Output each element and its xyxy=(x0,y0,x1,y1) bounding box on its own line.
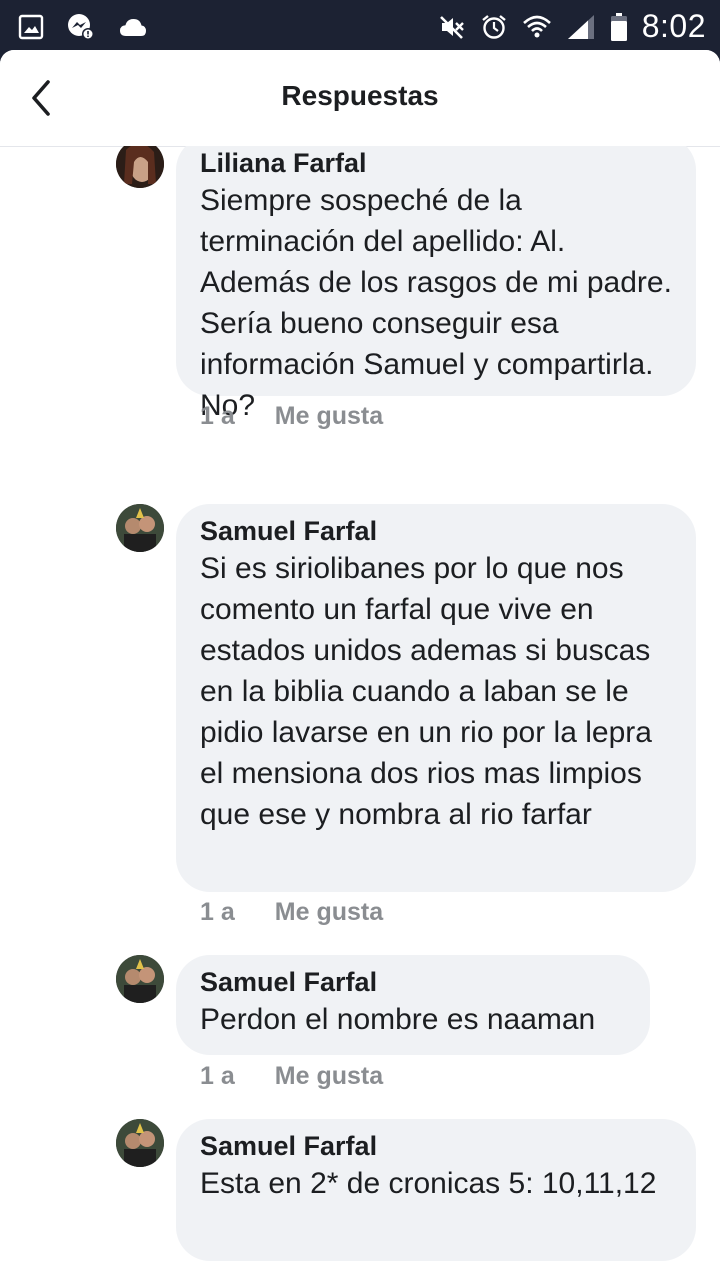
image-icon xyxy=(18,14,44,40)
header: Respuestas xyxy=(0,50,720,147)
comment-meta: 1 a Me gusta xyxy=(200,1062,383,1091)
comment-author[interactable]: Samuel Farfal xyxy=(200,514,672,548)
avatar[interactable] xyxy=(116,955,164,1003)
battery-icon xyxy=(610,12,627,41)
comment-bubble[interactable]: Liliana Farfal Siempre sospeché de la te… xyxy=(176,146,696,422)
status-bar: 8:02 xyxy=(0,0,720,50)
comment-meta: 1 a Me gusta xyxy=(200,402,383,431)
comment-list: Liliana Farfal Siempre sospeché de la te… xyxy=(0,146,720,1280)
comment-time: 1 a xyxy=(200,402,235,430)
comment-time: 1 a xyxy=(200,1062,235,1090)
comment-bubble[interactable]: Samuel Farfal Esta en 2* de cronicas 5: … xyxy=(176,1119,696,1261)
comment-meta: 1 a Me gusta xyxy=(200,898,383,927)
comment-text: Perdon el nombre es naaman xyxy=(200,1003,596,1036)
avatar[interactable] xyxy=(116,1119,164,1167)
comment-bubble[interactable]: Samuel Farfal Si es siriolibanes por lo … xyxy=(176,504,696,892)
like-button[interactable]: Me gusta xyxy=(275,1062,383,1091)
like-button[interactable]: Me gusta xyxy=(275,402,383,431)
mute-icon xyxy=(439,15,464,39)
alarm-icon xyxy=(481,14,506,39)
comment-author[interactable]: Liliana Farfal xyxy=(200,146,672,180)
wifi-icon xyxy=(522,15,551,37)
status-right-icons: 8:02 xyxy=(438,8,706,45)
like-button[interactable]: Me gusta xyxy=(275,898,383,927)
comment-author[interactable]: Samuel Farfal xyxy=(200,965,626,999)
page-title: Respuestas xyxy=(281,80,439,111)
comment-time: 1 a xyxy=(200,898,235,926)
avatar[interactable] xyxy=(116,146,164,188)
comment-text: Si es siriolibanes por lo que nos coment… xyxy=(200,552,652,831)
comment-bubble[interactable]: Samuel Farfal Perdon el nombre es naaman xyxy=(176,955,650,1055)
cloud-icon xyxy=(120,19,146,36)
status-left-icons xyxy=(18,12,148,42)
comment-text: Esta en 2* de cronicas 5: 10,11,12 xyxy=(200,1167,657,1200)
signal-icon xyxy=(567,14,594,39)
status-time: 8:02 xyxy=(641,8,706,44)
replies-sheet: Respuestas Liliana Farfal Siempre sospec… xyxy=(0,50,720,1280)
avatar[interactable] xyxy=(116,504,164,552)
comment-text: Siempre sospeché de la terminación del a… xyxy=(200,184,672,422)
messenger-icon xyxy=(68,14,94,40)
comment-author[interactable]: Samuel Farfal xyxy=(200,1129,672,1163)
